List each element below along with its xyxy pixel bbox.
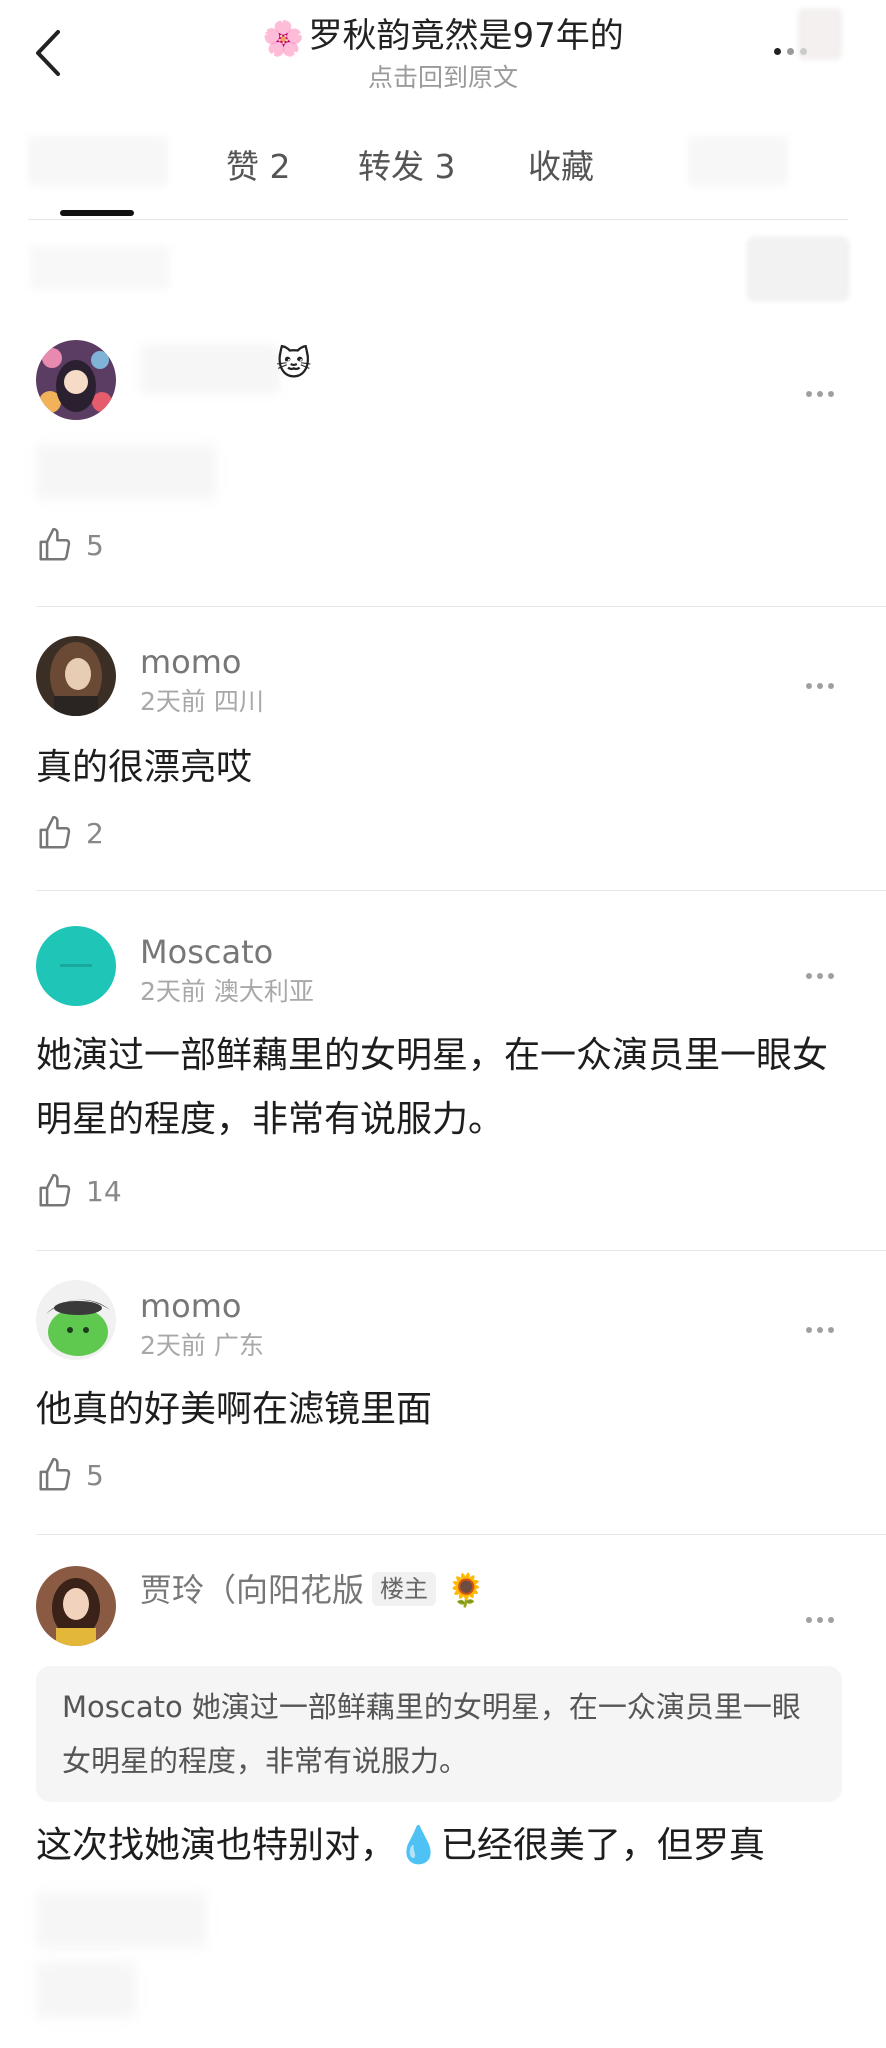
like-count: 5 bbox=[86, 529, 104, 562]
avatar[interactable] bbox=[36, 1566, 116, 1646]
thumbs-up-icon bbox=[39, 1173, 71, 1207]
comment-item: momo 2天前 四川 真的很漂亮哎 2 bbox=[0, 636, 886, 886]
more-options-icon[interactable] bbox=[806, 1318, 846, 1333]
op-badge: 楼主 bbox=[372, 1572, 437, 1606]
blurred-comment-text bbox=[36, 1892, 206, 1948]
sort-button[interactable] bbox=[746, 236, 850, 302]
more-options-icon[interactable] bbox=[806, 382, 846, 397]
tab-reposts[interactable]: 转发 3 bbox=[358, 140, 456, 188]
comment-item: 🐱 5 bbox=[0, 340, 886, 590]
thumbs-up-icon bbox=[39, 815, 71, 849]
blurred-like-area bbox=[36, 1962, 136, 2018]
cat-emoji-icon: 🐱 bbox=[276, 344, 312, 384]
sunflower-emoji-icon: 🌻 bbox=[446, 1571, 486, 1609]
blurred-comment-text bbox=[36, 444, 216, 500]
quoted-comment[interactable]: Moscato 她演过一部鲜藕里的女明星，在一众演员里一眼女明星的程度，非常有说… bbox=[36, 1666, 842, 1802]
username[interactable]: Moscato bbox=[140, 932, 273, 972]
thumbs-up-icon bbox=[39, 1457, 71, 1491]
back-to-original-link[interactable]: 点击回到原文 bbox=[0, 61, 886, 95]
avatar[interactable] bbox=[36, 636, 116, 716]
comment-text: 她演过一部鲜藕里的女明星，在一众演员里一眼女明星的程度，非常有说服力。 bbox=[36, 1035, 829, 1140]
comment-item: Moscato 2天前 澳大利亚 她演过一部鲜藕里的女明星，在一众演员里一眼女明… bbox=[0, 926, 886, 1246]
comment-text: 他真的好美啊在滤镜里面 bbox=[36, 1389, 433, 1430]
divider bbox=[36, 606, 886, 607]
post-title-area[interactable]: 🌸 罗秋韵竟然是97年的 点击回到原文 bbox=[0, 12, 886, 95]
more-options-icon[interactable] bbox=[806, 674, 846, 689]
comment-meta: 2天前 四川 bbox=[140, 687, 264, 716]
comment-text: 这次找她演也特别对，💧已经很美了，但罗真 bbox=[36, 1825, 765, 1866]
tab-bar: 赞 2 转发 3 收藏 bbox=[28, 120, 848, 220]
like-count: 5 bbox=[86, 1459, 104, 1492]
divider bbox=[28, 219, 848, 220]
avatar[interactable] bbox=[36, 926, 116, 1006]
username[interactable]: momo bbox=[140, 1286, 242, 1326]
username[interactable]: 贾玲（向阳花版 楼主 🌻 bbox=[140, 1570, 486, 1610]
blurred-username bbox=[140, 344, 280, 394]
comment-text: 真的很漂亮哎 bbox=[36, 747, 253, 788]
username[interactable]: momo bbox=[140, 642, 242, 682]
active-tab-indicator bbox=[60, 210, 134, 216]
more-options-icon[interactable] bbox=[774, 40, 834, 64]
flower-emoji-icon: 🌸 bbox=[262, 19, 305, 59]
tab-blurred bbox=[688, 136, 788, 186]
divider bbox=[36, 1250, 886, 1251]
avatar[interactable] bbox=[36, 1280, 116, 1360]
more-options-icon[interactable] bbox=[806, 1608, 846, 1623]
blurred-comment-count bbox=[30, 246, 170, 290]
tab-favorites[interactable]: 收藏 bbox=[528, 140, 594, 188]
comment-item: 贾玲（向阳花版 楼主 🌻 Moscato 她演过一部鲜藕里的女明星，在一众演员里一眼… bbox=[0, 1566, 886, 2046]
comment-meta: 2天前 广东 bbox=[140, 1331, 264, 1360]
more-options-icon[interactable] bbox=[806, 964, 846, 979]
divider bbox=[36, 890, 886, 891]
divider bbox=[36, 1534, 886, 1535]
thumbs-up-icon bbox=[39, 527, 71, 561]
post-title[interactable]: 🌸 罗秋韵竟然是97年的 bbox=[0, 12, 886, 63]
comment-meta: 2天前 澳大利亚 bbox=[140, 977, 314, 1006]
tab-comments-blurred[interactable] bbox=[28, 136, 168, 186]
tab-likes[interactable]: 赞 2 bbox=[226, 140, 291, 188]
like-count: 14 bbox=[86, 1175, 122, 1208]
avatar[interactable] bbox=[36, 340, 116, 420]
like-count: 2 bbox=[86, 817, 104, 850]
comment-item: momo 2天前 广东 他真的好美啊在滤镜里面 5 bbox=[0, 1280, 886, 1530]
top-bar: 🌸 罗秋韵竟然是97年的 点击回到原文 bbox=[0, 0, 886, 110]
